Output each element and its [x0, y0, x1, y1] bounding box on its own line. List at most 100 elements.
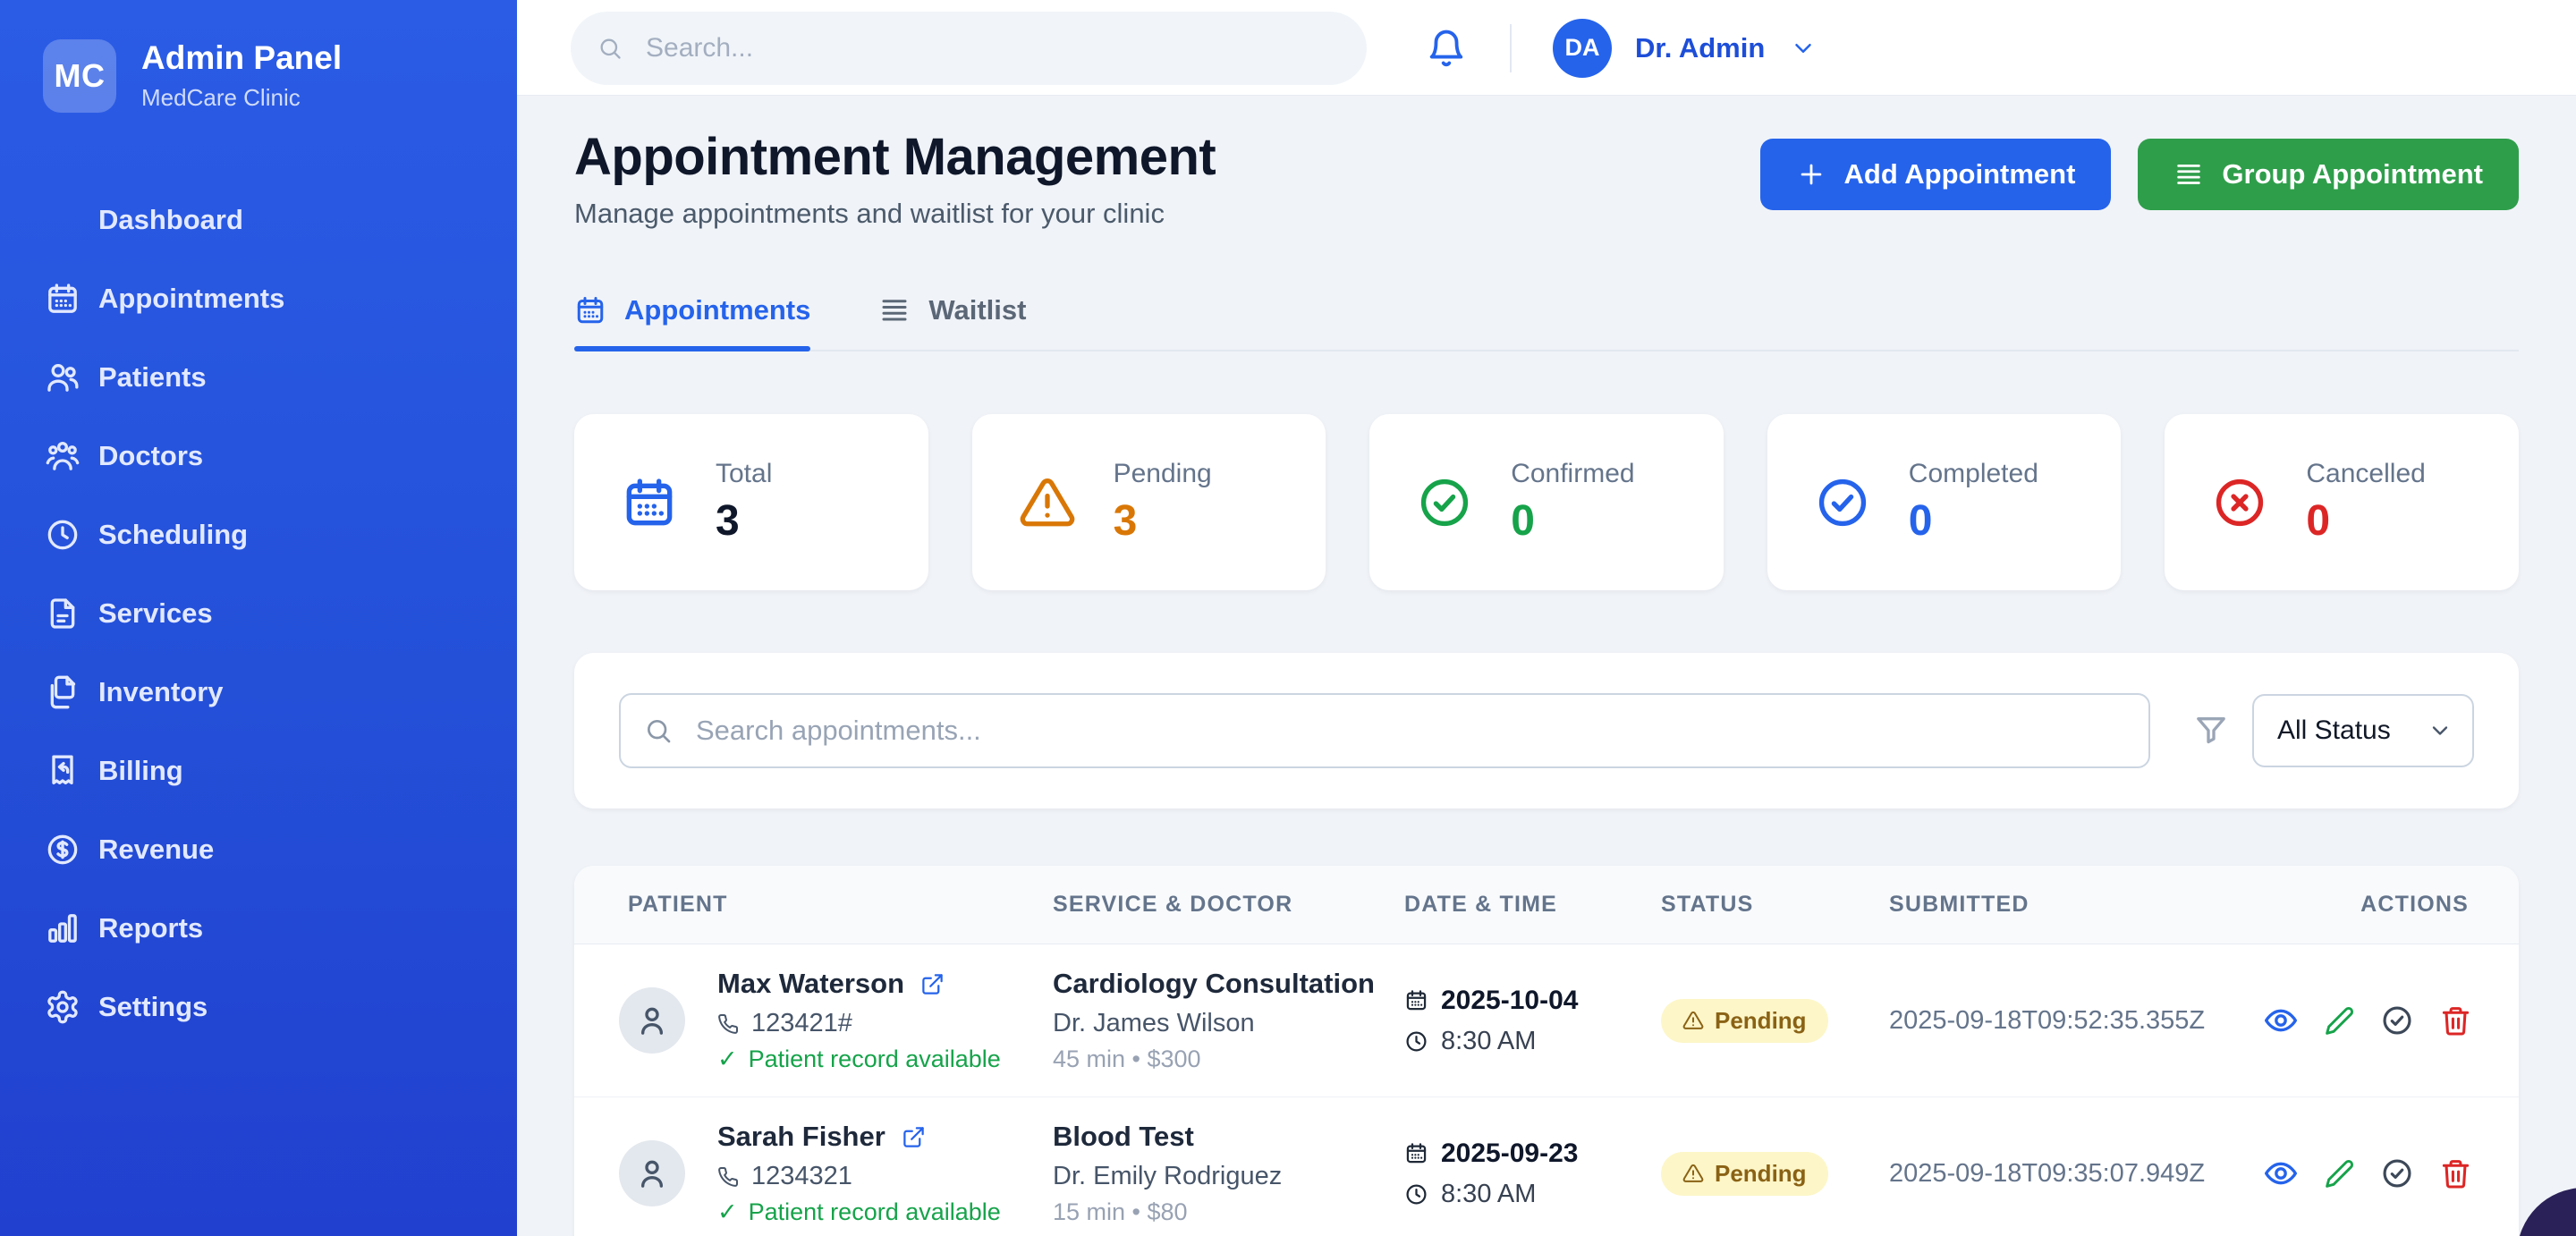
- eye-icon: [2263, 1003, 2299, 1038]
- sidebar-item-billing[interactable]: Billing: [43, 732, 517, 810]
- patient-phone: 123421#: [751, 1009, 852, 1038]
- topbar: DA Dr. Admin: [517, 0, 2576, 96]
- patient-name: Sarah Fisher: [717, 1121, 886, 1153]
- add-appointment-button[interactable]: Add Appointment: [1760, 139, 2112, 210]
- table-body: Max Waterson 123421# ✓ Patient record avail…: [574, 944, 2519, 1236]
- sidebar-item-settings[interactable]: Settings: [43, 968, 517, 1046]
- list-icon: [2174, 159, 2204, 190]
- eye-icon: [2263, 1156, 2299, 1191]
- sidebar-item-inventory[interactable]: Inventory: [43, 653, 517, 732]
- sidebar-item-revenue[interactable]: Revenue: [43, 810, 517, 889]
- sidebar: MC Admin Panel MedCare Clinic DashboardA…: [0, 0, 517, 1236]
- sidebar-item-reports[interactable]: Reports: [43, 889, 517, 968]
- trash-icon: [2439, 1004, 2472, 1037]
- status-filter-select[interactable]: All Status: [2252, 694, 2474, 767]
- check-circle-icon: [1416, 474, 1473, 531]
- filter-card: All Status: [574, 653, 2519, 808]
- check-circle-icon: [2380, 1003, 2414, 1037]
- view-action-button[interactable]: [2263, 1156, 2299, 1191]
- users-icon: [45, 360, 80, 395]
- stat-value: 0: [1511, 496, 1634, 546]
- view-action-button[interactable]: [2263, 1003, 2299, 1038]
- stat-value: 3: [1114, 496, 1212, 546]
- check-icon: ✓: [717, 1198, 738, 1226]
- warning-triangle-icon: [1682, 1010, 1704, 1031]
- service-name: Cardiology Consultation: [1053, 968, 1404, 1000]
- clock-icon: [1404, 1029, 1428, 1054]
- search-icon: [597, 36, 623, 61]
- sidebar-item-patients[interactable]: Patients: [43, 338, 517, 417]
- confirm-action-button[interactable]: [2380, 1003, 2414, 1037]
- main-area: DA Dr. Admin Appointment Management Mana…: [517, 0, 2576, 1236]
- user-name: Dr. Admin: [1635, 32, 1765, 64]
- column-patient: Patient: [574, 892, 1053, 918]
- appointment-search: [619, 693, 2150, 768]
- search-icon: [644, 716, 673, 745]
- doctor-name: Dr. James Wilson: [1053, 1009, 1404, 1038]
- phone-icon: [717, 1166, 739, 1188]
- stat-card-pending: Pending 3: [972, 414, 1326, 590]
- person-icon: [634, 1156, 670, 1191]
- edit-action-button[interactable]: [2324, 1005, 2355, 1037]
- patient-record-note: Patient record available: [749, 1046, 1001, 1073]
- clock-icon: [1404, 1182, 1428, 1206]
- delete-action-button[interactable]: [2439, 1004, 2472, 1037]
- global-search-input[interactable]: [644, 32, 1367, 64]
- sidebar-item-services[interactable]: Services: [43, 574, 517, 653]
- person-icon: [634, 1003, 670, 1038]
- stat-label: Confirmed: [1511, 459, 1634, 489]
- table-row: Max Waterson 123421# ✓ Patient record avail…: [574, 944, 2519, 1097]
- sidebar-item-dashboard[interactable]: Dashboard: [43, 181, 517, 259]
- document-icon: [45, 596, 80, 631]
- receipt-icon: [45, 753, 80, 789]
- group-appointment-button[interactable]: Group Appointment: [2138, 139, 2519, 210]
- appointment-date: 2025-09-23: [1441, 1139, 1578, 1169]
- stat-card-total: Total3: [574, 414, 928, 590]
- user-menu[interactable]: DA Dr. Admin: [1553, 19, 1817, 78]
- stat-card-completed: Completed 0: [1767, 414, 2122, 590]
- appointment-date: 2025-10-04: [1441, 986, 1578, 1016]
- external-link-icon[interactable]: [902, 1125, 926, 1149]
- appointment-search-input[interactable]: [694, 714, 2148, 748]
- tab-waitlist[interactable]: Waitlist: [878, 294, 1026, 350]
- clinic-logo: MC: [43, 39, 116, 113]
- stat-value: 0: [1909, 496, 2038, 546]
- stat-label: Cancelled: [2306, 459, 2425, 489]
- bell-icon[interactable]: [1426, 28, 1467, 69]
- patient-name: Max Waterson: [717, 968, 904, 1000]
- calendar-icon: [1404, 988, 1428, 1012]
- stat-value: 3: [716, 496, 772, 546]
- submitted-timestamp: 2025-09-18T09:35:07.949Z: [1889, 1159, 2256, 1189]
- page-title: Appointment Management: [574, 131, 1216, 183]
- edit-action-button[interactable]: [2324, 1158, 2355, 1189]
- content: Appointment Management Manage appointmen…: [517, 96, 2576, 1236]
- users-group-icon: [45, 438, 80, 474]
- clinic-name: MedCare Clinic: [141, 84, 342, 112]
- sidebar-item-appointments[interactable]: Appointments: [43, 259, 517, 338]
- sidebar-item-scheduling[interactable]: Scheduling: [43, 495, 517, 574]
- column-date-time: Date & Time: [1404, 892, 1661, 918]
- column-submitted: Submitted: [1889, 892, 2256, 918]
- page-subtitle: Manage appointments and waitlist for you…: [574, 198, 1216, 230]
- warning-triangle-icon: [1682, 1163, 1704, 1184]
- list-icon: [878, 294, 911, 326]
- external-link-icon[interactable]: [920, 972, 945, 996]
- sidebar-item-doctors[interactable]: Doctors: [43, 417, 517, 495]
- stat-label: Completed: [1909, 459, 2038, 489]
- brand: MC Admin Panel MedCare Clinic: [43, 39, 517, 113]
- check-circle-icon: [2380, 1156, 2414, 1190]
- calendar-icon: [45, 281, 80, 317]
- x-circle-icon: [2211, 474, 2268, 531]
- delete-action-button[interactable]: [2439, 1157, 2472, 1190]
- tab-appointments[interactable]: Appointments: [574, 294, 810, 350]
- status-badge: Pending: [1661, 1152, 1828, 1196]
- plus-icon: [1796, 159, 1826, 190]
- stat-label: Pending: [1114, 459, 1212, 489]
- header-actions: Add Appointment Group Appointment: [1760, 139, 2519, 210]
- check-icon: ✓: [717, 1046, 738, 1073]
- patient-phone: 1234321: [751, 1162, 852, 1191]
- pencil-icon: [2324, 1158, 2355, 1189]
- confirm-action-button[interactable]: [2380, 1156, 2414, 1190]
- trash-icon: [2439, 1157, 2472, 1190]
- patient-record-note: Patient record available: [749, 1198, 1001, 1226]
